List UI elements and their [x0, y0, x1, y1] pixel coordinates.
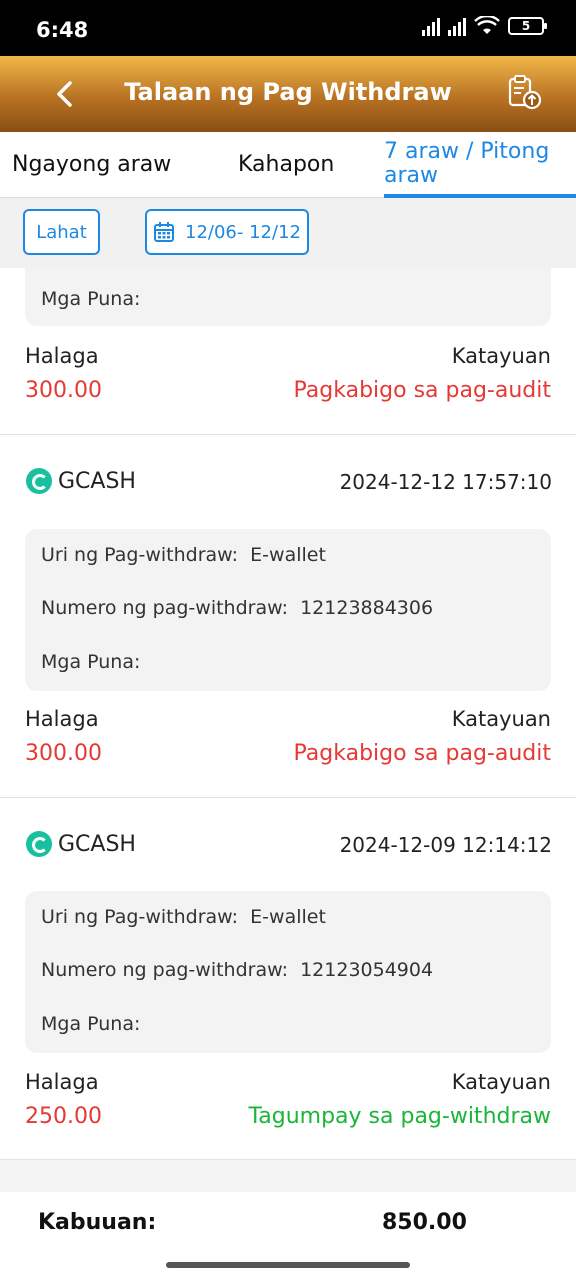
remarks-label: Mga Puna: — [41, 1013, 141, 1035]
remarks-label: Mga Puna: — [41, 288, 141, 310]
total-value: 850.00 — [382, 1210, 467, 1235]
record-datetime: 2024-12-12 17:57:10 — [339, 470, 552, 494]
record-item: GCASH 2024-12-12 17:57:10 Uri ng Pag-wit… — [0, 435, 576, 798]
total-footer: Kabuuan: 850.00 — [0, 1192, 576, 1252]
status-value: Pagkabigo sa pag-audit — [293, 741, 551, 766]
withdraw-number-value: 12123054904 — [300, 959, 434, 981]
withdraw-type-value: E-wallet — [250, 544, 326, 566]
record-header: GCASH 2024-12-09 12:14:12 — [24, 831, 552, 861]
signal-icon — [422, 16, 440, 36]
filter-all-button[interactable]: Lahat — [23, 209, 100, 255]
home-gesture-handle[interactable] — [166, 1262, 410, 1268]
amount-label: Halaga — [25, 344, 99, 368]
record-details-box: Mga Puna: — [25, 268, 551, 326]
tab-today[interactable]: Ngayong araw — [12, 152, 171, 177]
system-icons: 5 — [422, 16, 547, 36]
withdraw-number-label: Numero ng pag-withdraw: — [41, 959, 288, 981]
page-title: Talaan ng Pag Withdraw — [124, 78, 452, 106]
battery-icon: 5 — [508, 17, 547, 35]
filter-bar: Lahat 12/06- 12/12 — [0, 198, 576, 268]
app-header: Talaan ng Pag Withdraw — [0, 56, 576, 132]
tab-seven-days[interactable]: 7 araw / Pitong araw — [384, 140, 576, 188]
provider: GCASH — [26, 468, 136, 494]
status-value: Tagumpay sa pag-withdraw — [248, 1104, 551, 1129]
gcash-logo-icon — [26, 468, 52, 494]
record-item-partial: Mga Puna: Halaga Katayuan 300.00 Pagkabi… — [0, 268, 576, 435]
status-label: Katayuan — [451, 344, 551, 368]
withdraw-record-list[interactable]: Mga Puna: Halaga Katayuan 300.00 Pagkabi… — [0, 268, 576, 1192]
withdraw-type: Uri ng Pag-withdraw: E-wallet — [41, 906, 326, 928]
clipboard-upload-icon[interactable] — [504, 72, 544, 112]
provider: GCASH — [26, 831, 136, 857]
footer-divider — [0, 1160, 576, 1192]
total-label: Kabuuan: — [38, 1210, 157, 1235]
withdraw-type-label: Uri ng Pag-withdraw: — [41, 544, 239, 566]
amount-value: 250.00 — [25, 1104, 102, 1129]
wifi-icon — [474, 16, 500, 34]
record-item: GCASH 2024-12-09 12:14:12 Uri ng Pag-wit… — [0, 798, 576, 1160]
withdraw-number-value: 12123884306 — [300, 597, 434, 619]
provider-name: GCASH — [58, 468, 136, 494]
status-value: Pagkabigo sa pag-audit — [293, 378, 551, 403]
status-label: Katayuan — [451, 707, 551, 731]
amount-label: Halaga — [25, 1070, 99, 1094]
record-datetime: 2024-12-09 12:14:12 — [339, 833, 552, 857]
provider-name: GCASH — [58, 831, 136, 857]
remarks-label: Mga Puna: — [41, 651, 141, 673]
status-time: 6:48 — [36, 18, 89, 42]
date-range-label: 12/06- 12/12 — [185, 221, 301, 243]
status-label: Katayuan — [451, 1070, 551, 1094]
record-details-box: Uri ng Pag-withdraw: E-wallet Numero ng … — [25, 529, 551, 691]
amount-value: 300.00 — [25, 741, 102, 766]
withdraw-number: Numero ng pag-withdraw: 12123884306 — [41, 597, 433, 619]
status-bar: 6:48 5 — [0, 0, 576, 56]
record-header: GCASH 2024-12-12 17:57:10 — [24, 468, 552, 498]
calendar-icon — [154, 222, 175, 242]
system-nav-bar — [0, 1252, 576, 1280]
withdraw-type: Uri ng Pag-withdraw: E-wallet — [41, 544, 326, 566]
tab-yesterday[interactable]: Kahapon — [238, 152, 334, 177]
withdraw-number-label: Numero ng pag-withdraw: — [41, 597, 288, 619]
signal-icon-2 — [448, 16, 466, 36]
amount-value: 300.00 — [25, 378, 102, 403]
date-range-button[interactable]: 12/06- 12/12 — [145, 209, 309, 255]
record-details-box: Uri ng Pag-withdraw: E-wallet Numero ng … — [25, 891, 551, 1053]
withdraw-type-value: E-wallet — [250, 906, 326, 928]
withdraw-type-label: Uri ng Pag-withdraw: — [41, 906, 239, 928]
gcash-logo-icon — [26, 831, 52, 857]
withdraw-number: Numero ng pag-withdraw: 12123054904 — [41, 959, 433, 981]
period-tabs: Ngayong araw Kahapon 7 araw / Pitong ara… — [0, 132, 576, 198]
amount-label: Halaga — [25, 707, 99, 731]
